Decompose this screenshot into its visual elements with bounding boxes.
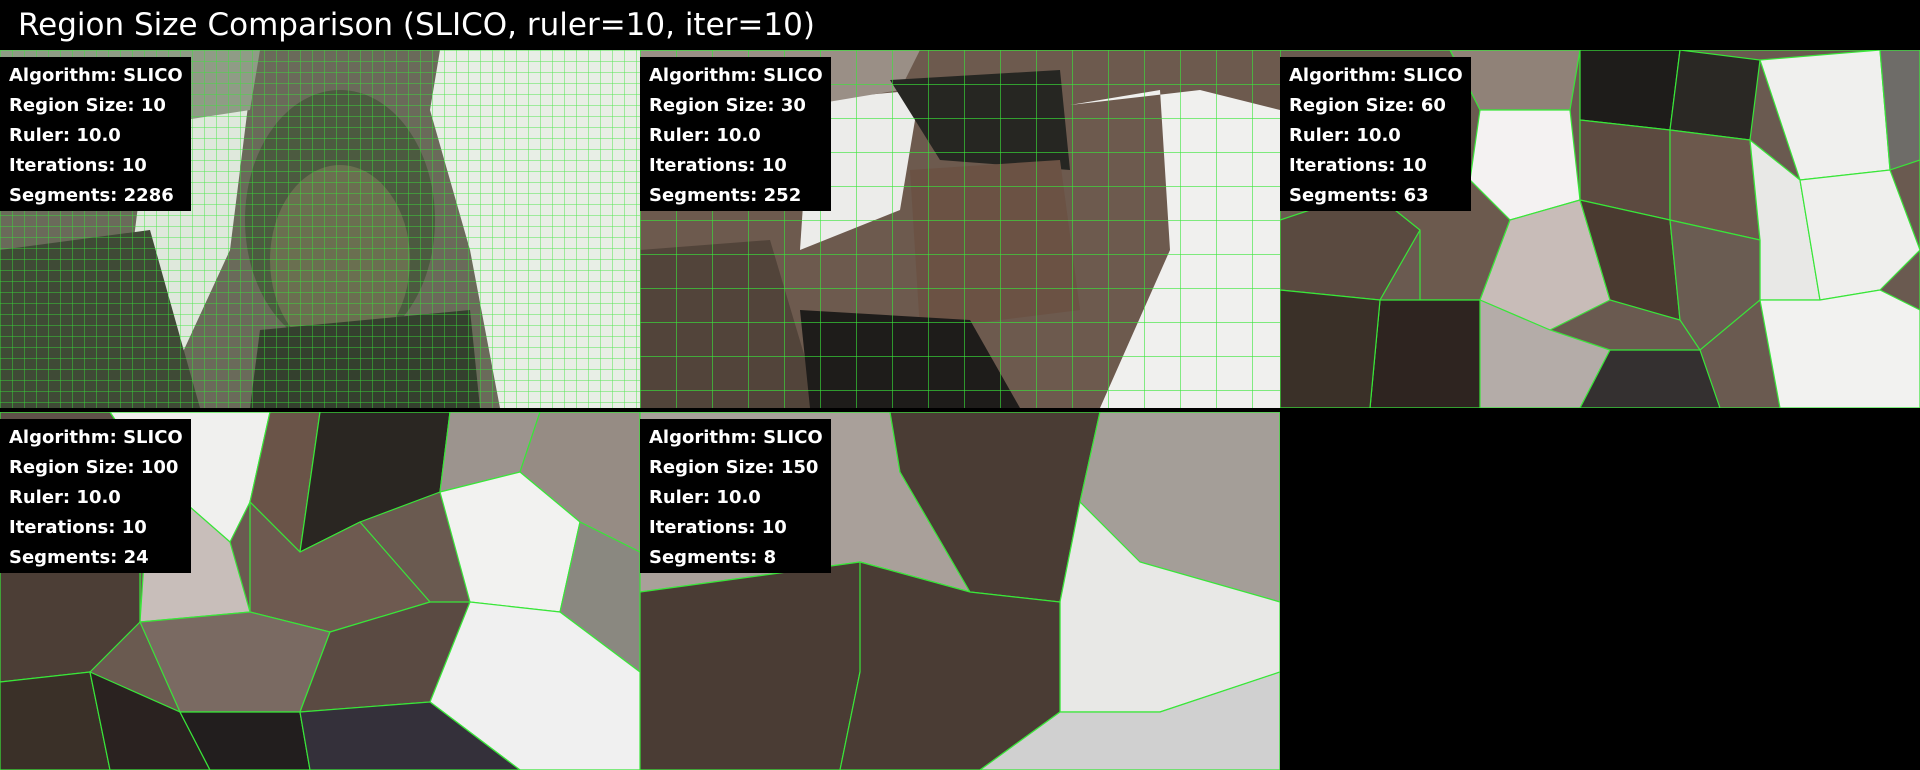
segments-line: Segments: 8 <box>649 547 777 568</box>
iterations-line: Iterations: 10 <box>649 155 787 176</box>
info-box: Algorithm: SLICO Region Size: 60 Ruler: … <box>1280 57 1471 211</box>
segmentation-panel-region-150: Algorithm: SLICO Region Size: 150 Ruler:… <box>640 412 1280 770</box>
ruler-line: Ruler: 10.0 <box>649 487 761 508</box>
segments-line: Segments: 24 <box>9 547 149 568</box>
region-size-line: Region Size: 100 <box>9 457 179 478</box>
algorithm-line: Algorithm: SLICO <box>1289 65 1463 86</box>
info-box: Algorithm: SLICO Region Size: 30 Ruler: … <box>640 57 831 211</box>
segmentation-panel-region-100: Algorithm: SLICO Region Size: 100 Ruler:… <box>0 412 640 770</box>
algorithm-line: Algorithm: SLICO <box>649 65 823 86</box>
empty-panel <box>1280 412 1920 770</box>
figure-title: Region Size Comparison (SLICO, ruler=10,… <box>18 7 815 43</box>
region-size-line: Region Size: 30 <box>649 95 806 116</box>
iterations-line: Iterations: 10 <box>9 155 147 176</box>
algorithm-line: Algorithm: SLICO <box>9 65 183 86</box>
region-size-line: Region Size: 150 <box>649 457 819 478</box>
info-box: Algorithm: SLICO Region Size: 150 Ruler:… <box>640 419 831 573</box>
ruler-line: Ruler: 10.0 <box>1289 125 1401 146</box>
info-box: Algorithm: SLICO Region Size: 10 Ruler: … <box>0 57 191 211</box>
ruler-line: Ruler: 10.0 <box>649 125 761 146</box>
segments-line: Segments: 252 <box>649 185 802 206</box>
segments-line: Segments: 63 <box>1289 185 1429 206</box>
info-box: Algorithm: SLICO Region Size: 100 Ruler:… <box>0 419 191 573</box>
algorithm-line: Algorithm: SLICO <box>9 427 183 448</box>
region-size-line: Region Size: 10 <box>9 95 166 116</box>
ruler-line: Ruler: 10.0 <box>9 487 121 508</box>
iterations-line: Iterations: 10 <box>9 517 147 538</box>
segmentation-panel-region-60: Algorithm: SLICO Region Size: 60 Ruler: … <box>1280 50 1920 408</box>
algorithm-line: Algorithm: SLICO <box>649 427 823 448</box>
ruler-line: Ruler: 10.0 <box>9 125 121 146</box>
segmentation-panel-region-30: Algorithm: SLICO Region Size: 30 Ruler: … <box>640 50 1280 408</box>
segmentation-panel-region-10: Algorithm: SLICO Region Size: 10 Ruler: … <box>0 50 640 408</box>
region-size-line: Region Size: 60 <box>1289 95 1446 116</box>
iterations-line: Iterations: 10 <box>1289 155 1427 176</box>
iterations-line: Iterations: 10 <box>649 517 787 538</box>
segments-line: Segments: 2286 <box>9 185 174 206</box>
